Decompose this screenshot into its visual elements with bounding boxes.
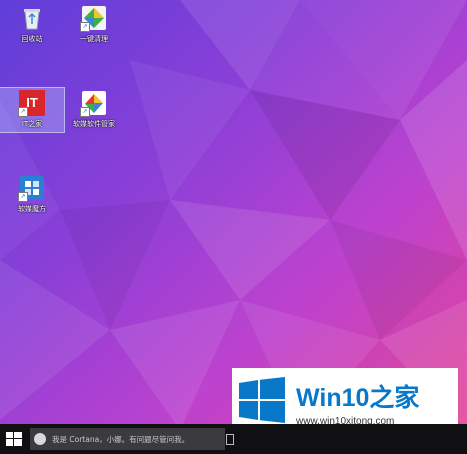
ithome-icon: IT ↗ (18, 90, 45, 117)
shortcut-arrow-icon: ↗ (18, 107, 28, 117)
watermark-brand: Win10 (296, 384, 370, 412)
shortcut-arrow-icon: ↗ (80, 107, 90, 117)
desktop-icon-recycle-bin[interactable]: 回收站 (0, 5, 64, 44)
desktop-icon-label: 软媒软件管家 (73, 120, 115, 128)
cortana-icon (34, 433, 46, 445)
desktop-icon-label: 软媒魔方 (18, 205, 46, 213)
shortcut-arrow-icon: ↗ (80, 22, 90, 32)
recycle-bin-icon (19, 5, 45, 31)
desktop[interactable]: 回收站 ↗ 一键清理 IT ↗ IT之家 ↗ 软媒软件管家 ↗ 软媒魔方 Win… (0, 0, 467, 454)
cortana-search-box[interactable]: 我是 Cortana，小娜。有问题尽管问我。 (30, 428, 225, 450)
desktop-icon-one-click-clean[interactable]: ↗ 一键清理 (62, 5, 126, 44)
search-placeholder: 我是 Cortana，小娜。有问题尽管问我。 (52, 435, 190, 444)
software-manager-icon: ↗ (80, 90, 107, 117)
start-button[interactable] (6, 432, 22, 446)
desktop-icon-label: 一键清理 (80, 35, 108, 43)
watermark-title: Win10之家 (296, 378, 419, 414)
desktop-icon-software-manager[interactable]: ↗ 软媒软件管家 (62, 90, 126, 129)
rm-cube-icon: ↗ (18, 175, 45, 202)
shortcut-arrow-icon: ↗ (18, 192, 28, 202)
watermark-brand-suffix: 之家 (369, 384, 420, 412)
desktop-icon-rm-cube[interactable]: ↗ 软媒魔方 (0, 175, 64, 214)
desktop-icon-label: 回收站 (21, 35, 43, 43)
desktop-icon-ithome[interactable]: IT ↗ IT之家 (0, 87, 65, 133)
one-click-clean-icon: ↗ (80, 5, 107, 32)
desktop-icon-label: IT之家 (21, 120, 43, 128)
windows-logo-icon (239, 377, 285, 423)
task-view-icon[interactable] (226, 434, 234, 445)
taskbar: 我是 Cortana，小娜。有问题尽管问我。 (0, 424, 467, 454)
